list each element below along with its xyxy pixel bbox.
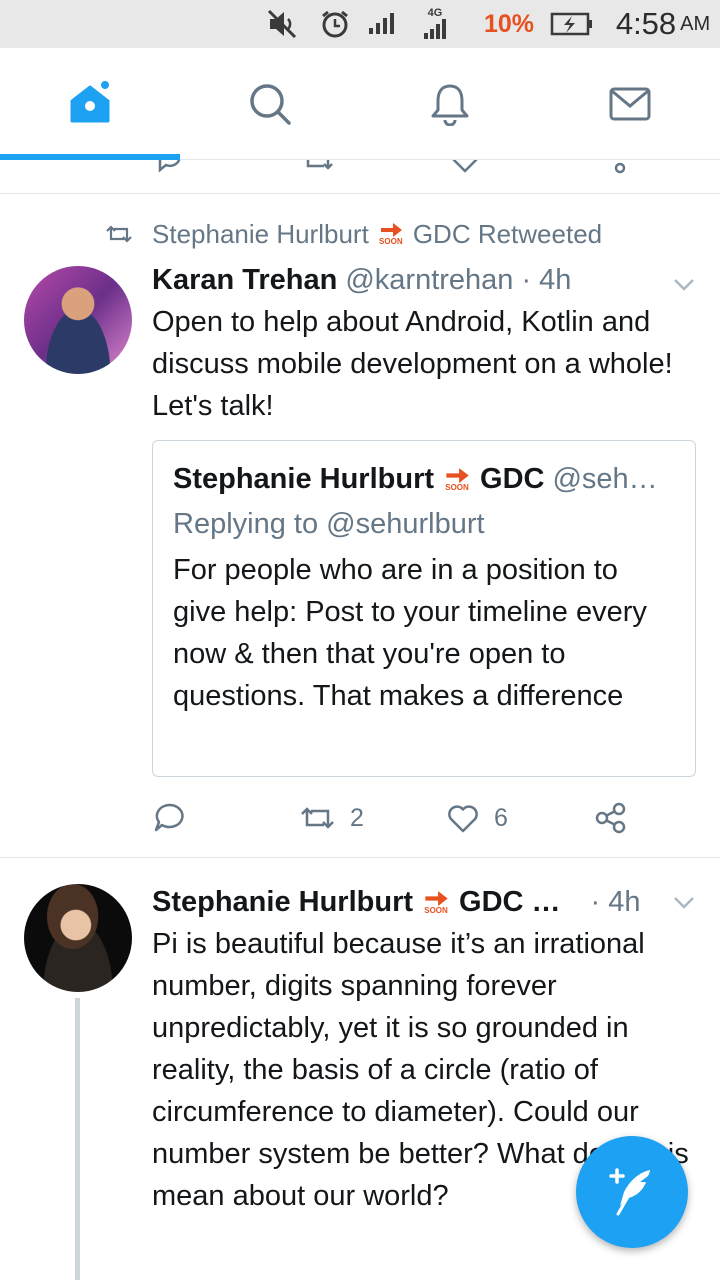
reply-icon[interactable] [156,160,186,174]
tab-home[interactable] [0,48,180,160]
compose-tweet-button[interactable] [576,1136,688,1248]
arrow-right-icon [425,890,448,906]
time-value: 4:58 [615,6,677,41]
tweet-header: Karan Trehan @karntrehan · 4h [152,259,571,301]
tweet-header: Stephanie Hurlburt SOON GDC … · 4h [152,881,700,923]
soon-label: SOON [424,905,448,915]
retweet-icon [106,225,132,243]
soon-badge: SOON [379,222,403,246]
signal-4g-icon: 4G [418,0,452,48]
search-icon [250,84,291,125]
clock: 4:58 AM [606,0,720,48]
author-name[interactable]: Stephanie Hurlburt [152,881,413,923]
quoted-author-suffix: GDC [480,462,545,495]
replying-to: Replying to @sehurlburt [173,508,485,540]
soon-badge: SOON [444,467,470,492]
share-icon [595,802,626,834]
reply-button[interactable] [152,796,186,840]
reply-icon [154,803,184,832]
signal-icon [366,0,396,48]
chevron-down-icon[interactable] [670,270,698,298]
quoted-tweet[interactable]: Stephanie Hurlburt SOON GDC @seh… Replyi… [152,440,696,777]
quoted-tweet-text: For people who are in a position to give… [173,554,647,712]
retweet-button[interactable]: 2 [298,796,364,840]
tweet-time: · 4h [590,886,641,918]
share-icon[interactable] [598,160,628,174]
retweeter-name: Stephanie Hurlburt [152,218,369,249]
status-bar: 4G 10% 4:58 AM [0,0,720,48]
network-label: 4G [427,6,443,19]
retweet-suffix: GDC Retweeted [412,218,603,249]
quoted-author-handle: @seh… [552,462,658,495]
like-icon[interactable] [450,160,480,174]
soon-label: SOON [379,237,403,246]
thread-line [75,998,80,1280]
soon-badge: SOON [423,890,449,915]
time-ampm: AM [680,12,711,35]
author-name-suffix[interactable]: GDC … [459,881,561,923]
top-nav-bar [0,48,720,160]
home-icon [70,81,110,123]
quoted-tweet-header: Stephanie Hurlburt SOON GDC @seh… [173,458,658,500]
retweet-icon [301,807,334,829]
quoted-author-name: Stephanie Hurlburt [173,462,435,495]
author-name[interactable]: Karan Trehan [152,259,337,301]
like-button[interactable]: 6 [446,796,508,840]
mute-icon [262,0,302,48]
mail-icon [609,87,651,121]
bell-icon [431,84,469,126]
arrow-right-icon [446,467,469,483]
tweet-text: Open to help about Android, Kotlin and d… [152,306,673,422]
previous-tweet-actions [0,160,720,194]
chevron-down-icon[interactable] [670,888,698,916]
tweet-actions: 2 6 [152,796,700,840]
battery-percent: 10% [483,9,535,38]
alarm-icon [318,0,352,48]
share-button[interactable] [594,796,628,840]
soon-label: SOON [445,482,469,492]
compose-feather-icon [609,1168,650,1216]
tab-search[interactable] [180,48,360,160]
retweet-context[interactable]: Stephanie Hurlburt SOON GDC Retweeted [104,214,602,254]
avatar[interactable] [24,884,132,992]
heart-icon [448,805,478,833]
battery-charging-icon [548,0,596,48]
retweet-count: 2 [350,803,364,832]
avatar[interactable] [24,266,132,374]
tab-messages[interactable] [540,48,720,160]
tab-notifications[interactable] [360,48,540,160]
tweet-divider [0,857,720,858]
arrow-right-icon [380,223,402,237]
retweet-icon[interactable] [300,160,336,174]
tweet-time: · 4h [521,264,572,296]
author-handle[interactable]: @karntrehan [345,259,513,301]
like-count: 6 [494,803,508,832]
